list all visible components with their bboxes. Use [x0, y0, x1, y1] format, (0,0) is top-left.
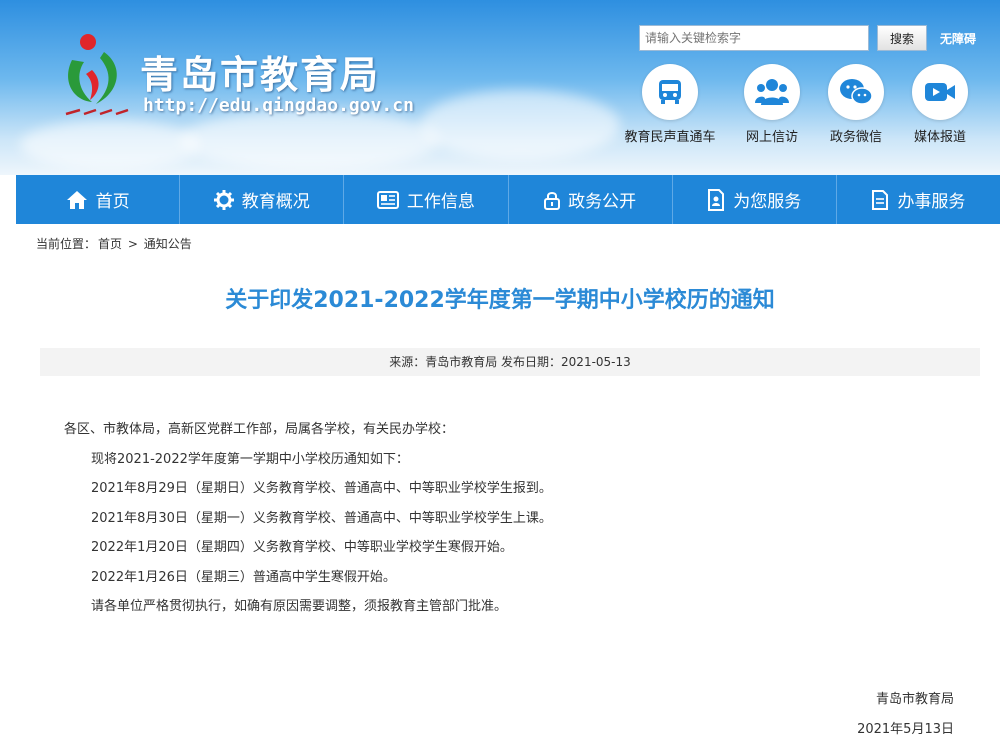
- wechat-icon: [828, 64, 884, 120]
- file-icon: [872, 189, 889, 210]
- video-icon: [912, 64, 968, 120]
- nav-item-services[interactable]: 为您服务: [673, 175, 837, 224]
- article-paragraph: 2021年8月29日（星期日）义务教育学校、普通高中、中等职业学校学生报到。: [91, 481, 552, 496]
- breadcrumb: 当前位置： 首页 > 通知公告: [36, 235, 194, 252]
- article-paragraph: 请各单位严格贯彻执行，如确有原因需要调整，须报教育主管部门批准。: [91, 599, 508, 614]
- breadcrumb-home[interactable]: 首页: [98, 237, 122, 251]
- search-button[interactable]: 搜索: [877, 25, 927, 51]
- nav-item-label: 政务公开: [568, 192, 637, 212]
- newspaper-icon: [376, 190, 399, 209]
- site-header: 青岛市教育局 http://edu.qingdao.gov.cn 搜索 无障碍 …: [0, 0, 1000, 175]
- quick-link-bus[interactable]: 教育民声直通车: [620, 64, 720, 145]
- article-body: 各区、市教体局，高新区党群工作部，局属各学校，有关民办学校： 现将2021-20…: [64, 420, 944, 627]
- article-paragraph: 2022年1月20日（星期四）义务教育学校、中等职业学校学生寒假开始。: [91, 540, 513, 555]
- header-cloud: [20, 120, 200, 170]
- nav-item-label: 工作信息: [406, 192, 475, 212]
- users-icon: [744, 64, 800, 120]
- document-person-icon: [708, 188, 725, 211]
- nav-item-overview[interactable]: 教育概况: [180, 175, 345, 224]
- nav-item-gov-affairs[interactable]: 政务公开: [509, 175, 673, 224]
- search-input[interactable]: [639, 25, 869, 51]
- header-cloud: [420, 90, 620, 160]
- article-paragraph: 2022年1月26日（星期三）普通高中学生寒假开始。: [91, 569, 396, 585]
- article-paragraph: 2021年8月30日（星期一）义务教育学校、普通高中、中等职业学校学生上课。: [91, 510, 552, 526]
- site-logo[interactable]: [62, 30, 134, 122]
- article-paragraph: 各区、市教体局，高新区党群工作部，局属各学校，有关民办学校：: [64, 422, 455, 437]
- breadcrumb-notices[interactable]: 通知公告: [144, 237, 192, 251]
- main-nav: 首页 教育概况 工作信息 政务公开 为您服务 办事服务: [16, 175, 1000, 224]
- home-icon: [66, 190, 87, 209]
- site-url[interactable]: http://edu.qingdao.gov.cn: [143, 95, 414, 116]
- breadcrumb-prefix: 当前位置：: [36, 237, 97, 251]
- bus-icon: [642, 64, 698, 120]
- nav-item-label: 为您服务: [733, 192, 802, 212]
- article-signature: 青岛市教育局: [875, 692, 954, 707]
- breadcrumb-separator: >: [127, 237, 138, 251]
- article-title: 关于印发2021-2022学年度第一学期中小学校历的通知: [225, 288, 775, 313]
- lock-icon: [544, 191, 561, 210]
- nav-item-affairs[interactable]: 办事服务: [837, 175, 1000, 224]
- site-title[interactable]: 青岛市教育局: [140, 44, 380, 99]
- article-date: 2021年5月13日: [857, 722, 954, 737]
- nav-item-label: 教育概况: [241, 192, 310, 212]
- nav-item-label: 首页: [95, 192, 130, 212]
- nav-item-home[interactable]: 首页: [16, 175, 181, 224]
- gear-icon: [213, 189, 234, 210]
- quick-link-label: 教育民声直通车: [624, 130, 716, 145]
- accessibility-link[interactable]: 无障碍: [940, 30, 976, 47]
- quick-link-media[interactable]: 媒体报道: [890, 64, 990, 145]
- article-meta: 来源：青岛市教育局 发布日期：2021-05-13: [40, 348, 980, 376]
- header-cloud: [180, 110, 440, 170]
- nav-item-work-info[interactable]: 工作信息: [344, 175, 509, 224]
- nav-item-label: 办事服务: [897, 192, 966, 212]
- quick-link-label: 媒体报道: [913, 130, 966, 145]
- article-paragraph: 现将2021-2022学年度第一学期中小学校历通知如下：: [91, 451, 409, 467]
